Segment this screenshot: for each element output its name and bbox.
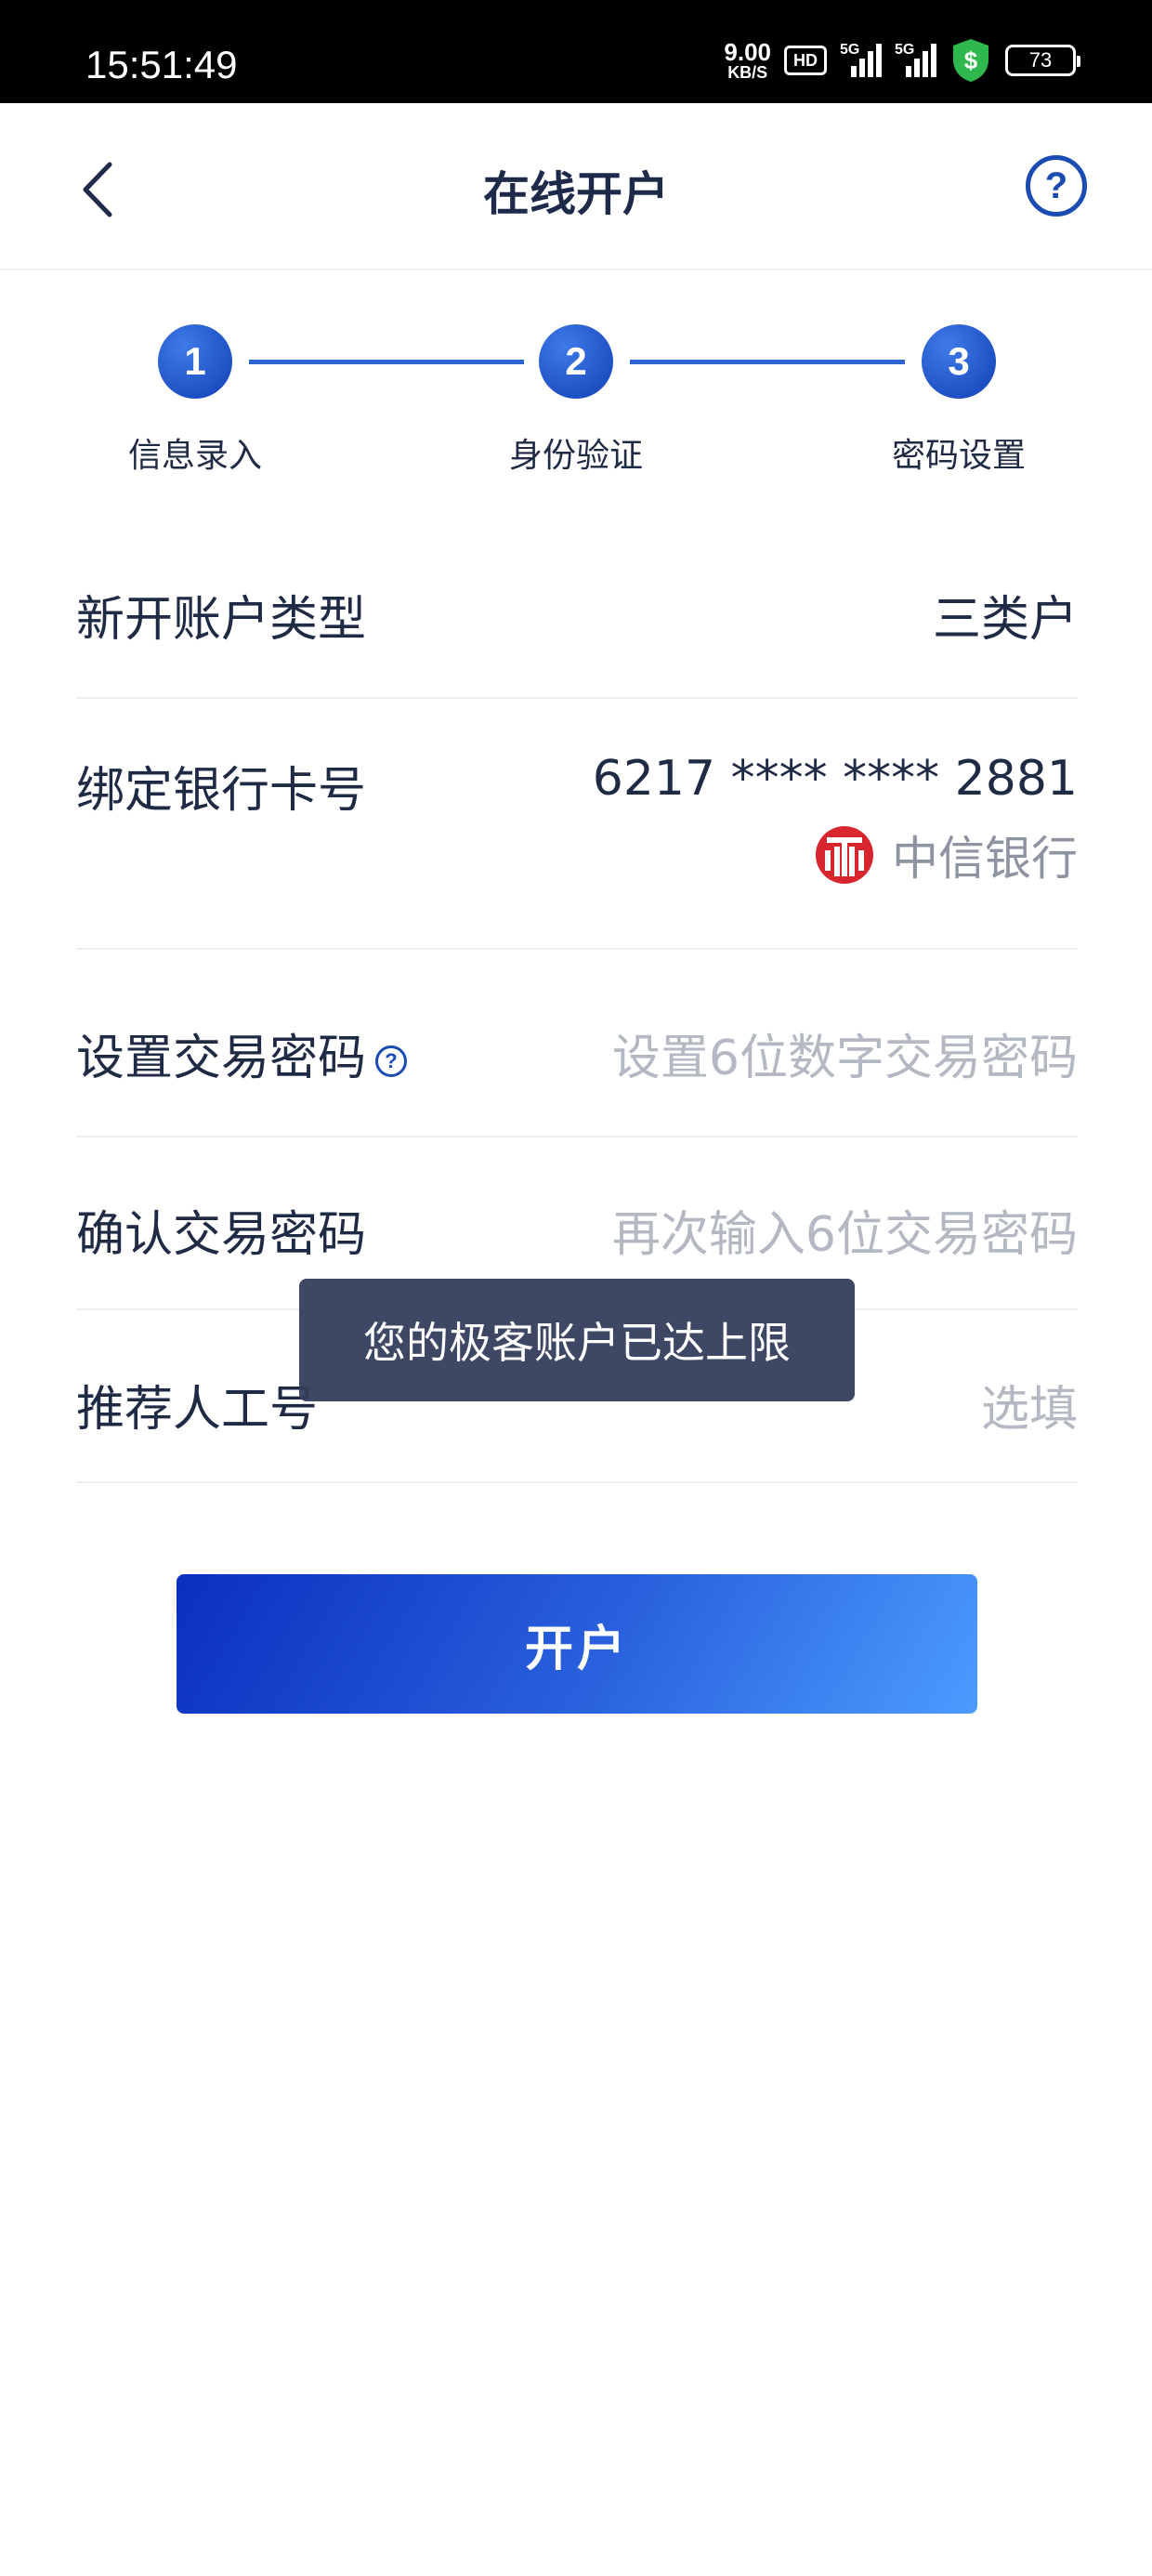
page-title: 在线开户 [483, 167, 669, 221]
step-1-label: 信息录入 [127, 437, 262, 475]
status-time: 15:51:49 [85, 43, 238, 86]
signal-5g-secondary-tag: 5G [895, 42, 915, 58]
step-connector-2 [630, 360, 905, 364]
confirm-password-input[interactable]: 再次输入6位交易密码 [612, 1195, 1078, 1265]
hd-icon: HD [784, 46, 827, 75]
password-help-icon[interactable]: ? [375, 1045, 408, 1077]
signal-5g-secondary-icon: 5G [895, 42, 936, 77]
trade-password-row: 设置交易密码? 设置6位数字交易密码 [76, 950, 1078, 1137]
network-speed: 9.00 KB/S [724, 40, 771, 81]
network-speed-unit: KB/S [727, 63, 768, 82]
bank-name: 中信银行 [892, 832, 1078, 886]
nav-bar: 在线开户 ? [0, 103, 1152, 270]
confirm-password-label: 确认交易密码 [76, 1207, 367, 1263]
step-1-circle: 1 [158, 324, 232, 399]
progress-stepper: 1 2 3 信息录入 身份验证 密码设置 [0, 270, 1152, 503]
open-account-button[interactable]: 开户 [177, 1574, 977, 1714]
account-type-value: 三类户 [932, 592, 1078, 648]
trade-password-label-text: 设置交易密码 [76, 1031, 367, 1086]
trade-password-label: 设置交易密码? [76, 1019, 408, 1088]
help-icon[interactable]: ? [1026, 155, 1087, 217]
step-2-circle: 2 [539, 324, 613, 399]
security-shield-icon: $ [953, 39, 988, 82]
bank-card-label: 绑定银行卡号 [76, 763, 367, 819]
account-type-row: 新开账户类型 三类户 [76, 520, 1078, 699]
bank-card-number: 6217 **** **** 2881 [592, 751, 1078, 807]
signal-5g-icon: 5G [840, 42, 882, 77]
signal-5g-tag: 5G [840, 42, 860, 58]
referrer-input[interactable]: 选填 [981, 1370, 1078, 1439]
step-3-label: 密码设置 [891, 437, 1026, 475]
citic-bank-logo-icon [816, 826, 873, 884]
referrer-label: 推荐人工号 [76, 1382, 319, 1438]
status-bar: 15:51:49 9.00 KB/S HD 5G 5G $ 73 [0, 0, 1152, 103]
step-connector-1 [249, 360, 524, 364]
toast-message: 您的极客账户已达上限 [299, 1279, 855, 1401]
status-icons: 9.00 KB/S HD 5G 5G $ 73 [724, 37, 1080, 84]
trade-password-input[interactable]: 设置6位数字交易密码 [612, 1019, 1078, 1088]
step-3-circle: 3 [922, 324, 996, 399]
bank-card-row[interactable]: 绑定银行卡号 6217 **** **** 2881 中信银行 [76, 699, 1078, 950]
step-2-label: 身份验证 [508, 437, 643, 475]
svg-text:$: $ [964, 46, 978, 74]
bank-info: 中信银行 [814, 821, 1078, 888]
network-speed-value: 9.00 [724, 38, 771, 66]
battery-icon: 73 [1005, 45, 1080, 76]
account-type-label: 新开账户类型 [76, 592, 367, 648]
